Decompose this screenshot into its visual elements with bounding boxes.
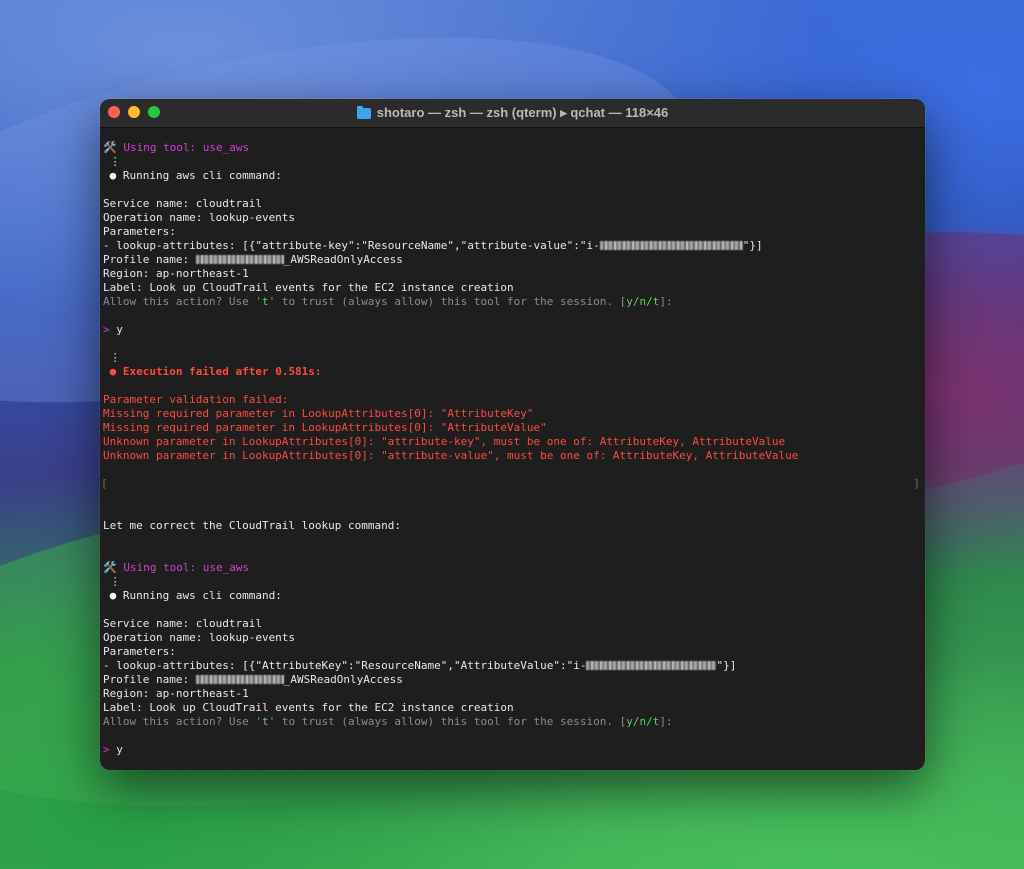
tool-text: Using tool: use_aws [123, 561, 250, 574]
bracket-open: [ [101, 477, 108, 490]
bracket-close: ] [913, 477, 920, 490]
vdots: ⋮ [109, 351, 121, 364]
operation-line: Operation name: lookup-events [103, 631, 296, 644]
region-line: Region: ap-northeast-1 [103, 687, 249, 700]
parameter-line: - lookup-attributes: [{"attribute-key":"… [103, 239, 763, 252]
vdots: ⋮ [109, 575, 121, 588]
error-line: Unknown parameter in LookupAttributes[0]… [103, 449, 799, 462]
user-answer: y [116, 323, 123, 336]
redacted-profile [195, 255, 284, 264]
redacted-instance-id [586, 661, 717, 670]
redacted-instance-id [599, 241, 743, 250]
redacted-profile [195, 675, 284, 684]
window-title-group: shotaro — zsh — zsh (qterm) ▸ qchat — 11… [100, 99, 925, 127]
running-text: Running aws cli command: [122, 169, 282, 182]
parameters-label: Parameters: [103, 225, 176, 238]
prompt-symbol: > [103, 743, 110, 756]
service-line: Service name: cloudtrail [103, 197, 262, 210]
tool-icon: 🛠️ [103, 561, 117, 574]
running-line: ● Running aws cli command: [103, 589, 922, 603]
user-input-line[interactable]: > y [103, 323, 922, 337]
bullet-icon: ● [109, 589, 117, 602]
prompt-symbol: > [103, 323, 110, 336]
folder-icon [356, 105, 371, 119]
running-text: Running aws cli command: [122, 589, 282, 602]
terminal-window[interactable]: shotaro — zsh — zsh (qterm) ▸ qchat — 11… [100, 99, 925, 770]
vdots: ⋮ [109, 155, 121, 168]
error-line: Parameter validation failed: [103, 393, 289, 406]
label-line: Label: Look up CloudTrail events for the… [103, 281, 514, 294]
bullet-icon: ● [109, 169, 117, 182]
running-line: ● Running aws cli command: [103, 169, 922, 183]
tool-text: Using tool: use_aws [123, 141, 250, 154]
user-input-line[interactable]: > y [103, 743, 922, 757]
allow-prompt: Allow this action? Use 't' to trust (alw… [103, 715, 673, 728]
parameter-line: - lookup-attributes: [{"AttributeKey":"R… [103, 659, 737, 672]
error-line: Missing required parameter in LookupAttr… [103, 421, 547, 434]
operation-line: Operation name: lookup-events [103, 211, 296, 224]
tool-icon: 🛠️ [103, 141, 117, 154]
correction-text: Let me correct the CloudTrail lookup com… [103, 519, 402, 532]
service-line: Service name: cloudtrail [103, 617, 262, 630]
tool-line: 🛠️ Using tool: use_aws [103, 561, 922, 575]
window-titlebar[interactable]: shotaro — zsh — zsh (qterm) ▸ qchat — 11… [100, 99, 925, 128]
error-headline: ● Execution failed after 0.581s: [109, 365, 322, 378]
error-line: Unknown parameter in LookupAttributes[0]… [103, 435, 786, 448]
profile-line: Profile name: _AWSReadOnlyAccess [103, 253, 403, 266]
user-answer: y [116, 743, 123, 756]
terminal-output[interactable]: 🛠️ Using tool: use_aws ⋮ ● Running aws c… [100, 128, 925, 770]
parameters-label: Parameters: [103, 645, 176, 658]
bracket-row: [ ] [101, 477, 922, 491]
window-title: shotaro — zsh — zsh (qterm) ▸ qchat — 11… [376, 105, 669, 120]
region-line: Region: ap-northeast-1 [103, 267, 249, 280]
allow-prompt: Allow this action? Use 't' to trust (alw… [103, 295, 673, 308]
tool-line: 🛠️ Using tool: use_aws [103, 141, 922, 155]
label-line: Label: Look up CloudTrail events for the… [103, 701, 514, 714]
error-bullet-icon: ● [109, 365, 117, 378]
error-line: Missing required parameter in LookupAttr… [103, 407, 534, 420]
profile-line: Profile name: _AWSReadOnlyAccess [103, 673, 403, 686]
